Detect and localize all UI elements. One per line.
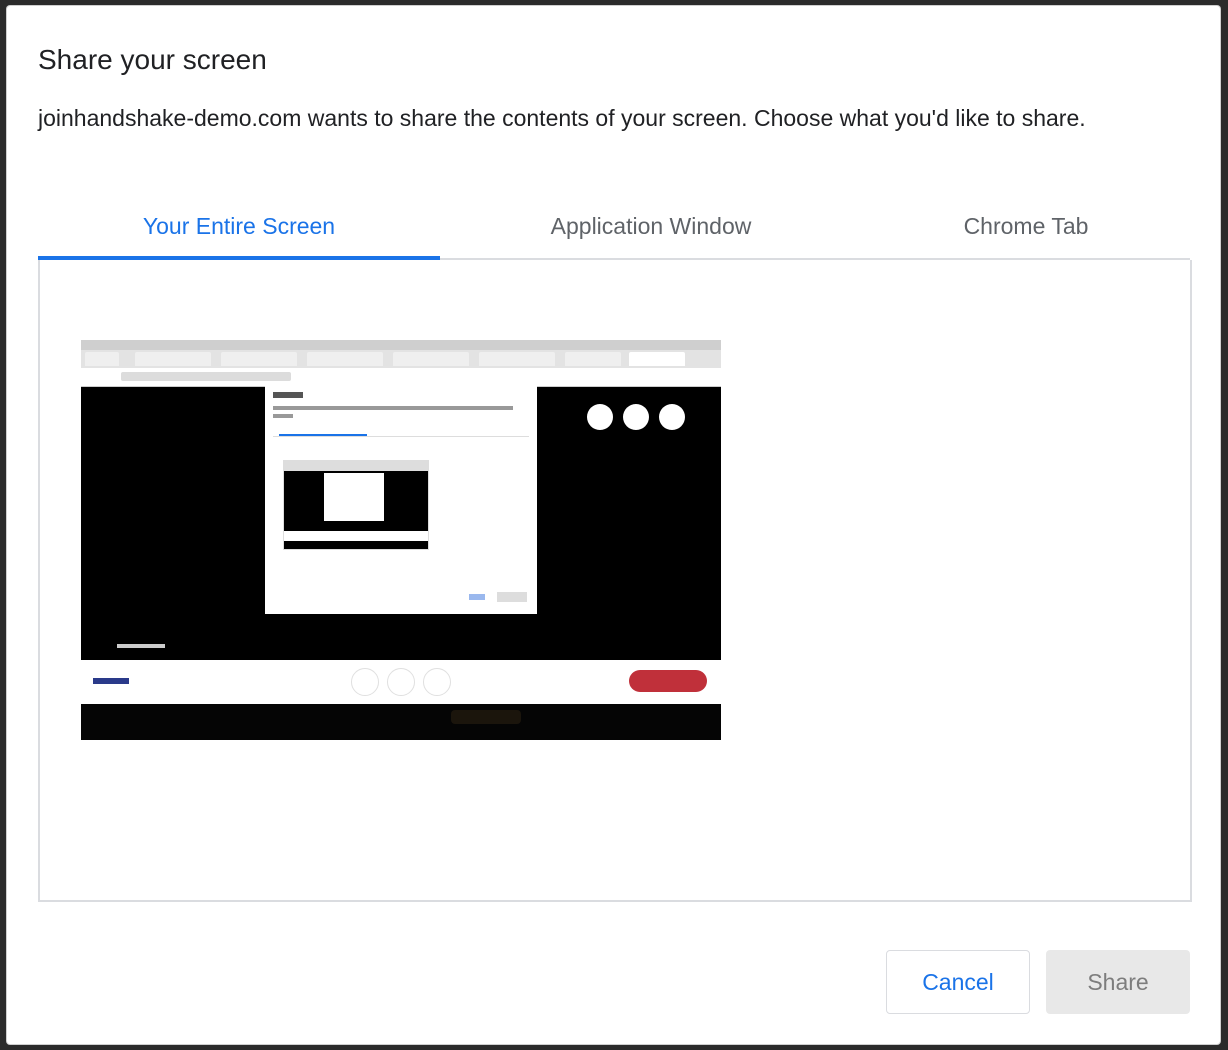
dialog-title: Share your screen <box>38 44 267 75</box>
thumbnail-circle-button <box>623 404 649 430</box>
tab-your-entire-screen[interactable]: Your Entire Screen <box>38 206 440 260</box>
thumbnail-cancel-button <box>469 594 485 600</box>
dialog-description: joinhandshake-demo.com wants to share th… <box>38 105 1086 131</box>
thumbnail-dark-detail <box>451 710 521 724</box>
thumbnail-control <box>423 668 451 696</box>
source-panel <box>38 260 1192 902</box>
thumbnail-dialog-active-tab <box>279 434 367 436</box>
thumbnail-circle-button <box>659 404 685 430</box>
thumbnail-nested-screen <box>283 460 429 550</box>
thumbnail-caption <box>117 644 165 648</box>
share-button[interactable]: Share <box>1046 950 1190 1014</box>
thumbnail-circle-button <box>587 404 613 430</box>
thumbnail-dark-area <box>81 704 721 740</box>
share-screen-dialog: Share your screen joinhandshake-demo.com… <box>7 6 1220 1044</box>
thumbnail-dialog-title <box>273 392 303 398</box>
tab-application-window[interactable]: Application Window <box>440 206 862 258</box>
thumbnail-bottom-bar <box>81 660 721 704</box>
thumbnail-browser-tab <box>565 352 621 366</box>
thumbnail-control <box>351 668 379 696</box>
thumbnail-control <box>387 668 415 696</box>
thumbnail-bottom-link <box>93 678 129 684</box>
tab-chrome-tab[interactable]: Chrome Tab <box>862 206 1190 258</box>
thumbnail-dialog-text <box>273 414 293 418</box>
thumbnail-browser-tab <box>393 352 469 366</box>
thumbnail-menubar <box>81 340 721 350</box>
thumbnail-end-button <box>629 670 707 692</box>
thumbnail-share-dialog <box>265 386 537 614</box>
thumbnail-browser-tab <box>85 352 119 366</box>
source-tabs: Your Entire Screen Application Window Ch… <box>38 206 1190 260</box>
thumbnail-nested-window <box>324 473 384 521</box>
thumbnail-browser-tab <box>479 352 555 366</box>
thumbnail-nested-bar <box>284 461 428 471</box>
entire-screen-thumbnail[interactable] <box>81 340 721 740</box>
thumbnail-browser-tab <box>307 352 383 366</box>
thumbnail-url <box>121 372 291 381</box>
thumbnail-share-button <box>497 592 527 602</box>
thumbnail-browser-tab <box>629 352 685 366</box>
thumbnail-browser-tab <box>135 352 211 366</box>
thumbnail-nested-footer <box>284 531 428 541</box>
thumbnail-dialog-text <box>273 406 513 410</box>
thumbnail-browser-tab <box>221 352 297 366</box>
cancel-button[interactable]: Cancel <box>886 950 1030 1014</box>
